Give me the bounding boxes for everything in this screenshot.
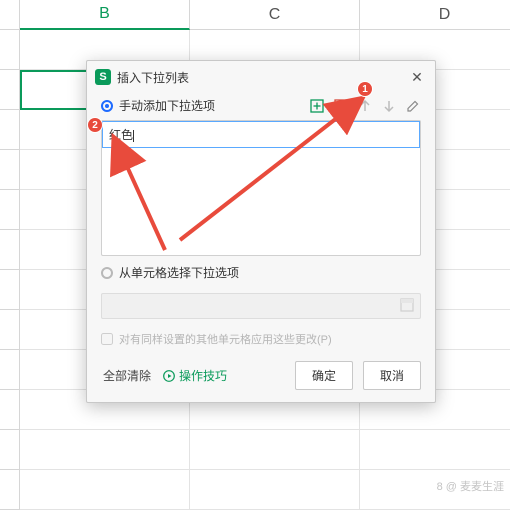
manual-add-label: 手动添加下拉选项 [119, 97, 215, 114]
col-header-B[interactable]: B [20, 0, 190, 30]
add-item-icon[interactable] [309, 98, 325, 114]
col-header-C[interactable]: C [190, 0, 360, 30]
col-header-empty [0, 0, 20, 30]
delete-item-icon[interactable] [333, 98, 349, 114]
play-icon [163, 370, 175, 382]
dialog-title: 插入下拉列表 [117, 69, 401, 86]
dialog-titlebar: S 插入下拉列表 ✕ [87, 61, 435, 93]
apply-same-checkbox [101, 333, 113, 345]
edit-item-icon[interactable] [405, 98, 421, 114]
ok-button[interactable]: 确定 [295, 361, 353, 390]
item-toolbar [309, 98, 421, 114]
range-input [101, 293, 421, 319]
annotation-badge-2: 2 [88, 118, 102, 132]
from-range-radio-input[interactable] [101, 267, 113, 279]
apply-same-label: 对有同样设置的其他单元格应用这些更改(P) [119, 331, 332, 347]
items-listbox[interactable]: 红色 [101, 120, 421, 256]
list-item-value: 红色 [109, 128, 133, 142]
list-item-input[interactable]: 红色 [102, 121, 420, 148]
apply-same-row[interactable]: 对有同样设置的其他单元格应用这些更改(P) [101, 319, 421, 361]
watermark: 8 @ 麦麦生涯 [437, 478, 504, 494]
manual-add-radio-input[interactable] [101, 100, 113, 112]
row-header[interactable] [0, 30, 20, 70]
cancel-button[interactable]: 取消 [363, 361, 421, 390]
tips-button[interactable]: 操作技巧 [163, 367, 227, 384]
row-header[interactable] [0, 70, 20, 110]
app-badge-icon: S [95, 69, 111, 85]
text-caret [133, 130, 134, 142]
close-button[interactable]: ✕ [407, 67, 427, 87]
move-down-icon[interactable] [381, 98, 397, 114]
from-range-radio[interactable]: 从单元格选择下拉选项 [101, 264, 239, 281]
col-header-D[interactable]: D [360, 0, 510, 30]
clear-all-button[interactable]: 全部清除 [101, 363, 153, 388]
manual-add-radio[interactable]: 手动添加下拉选项 [101, 97, 215, 114]
tips-label: 操作技巧 [179, 367, 227, 384]
move-up-icon[interactable] [357, 98, 373, 114]
range-picker-icon [400, 298, 414, 315]
dropdown-list-dialog: S 插入下拉列表 ✕ 手动添加下拉选项 [86, 60, 436, 403]
from-range-label: 从单元格选择下拉选项 [119, 264, 239, 281]
annotation-badge-1: 1 [358, 82, 372, 96]
